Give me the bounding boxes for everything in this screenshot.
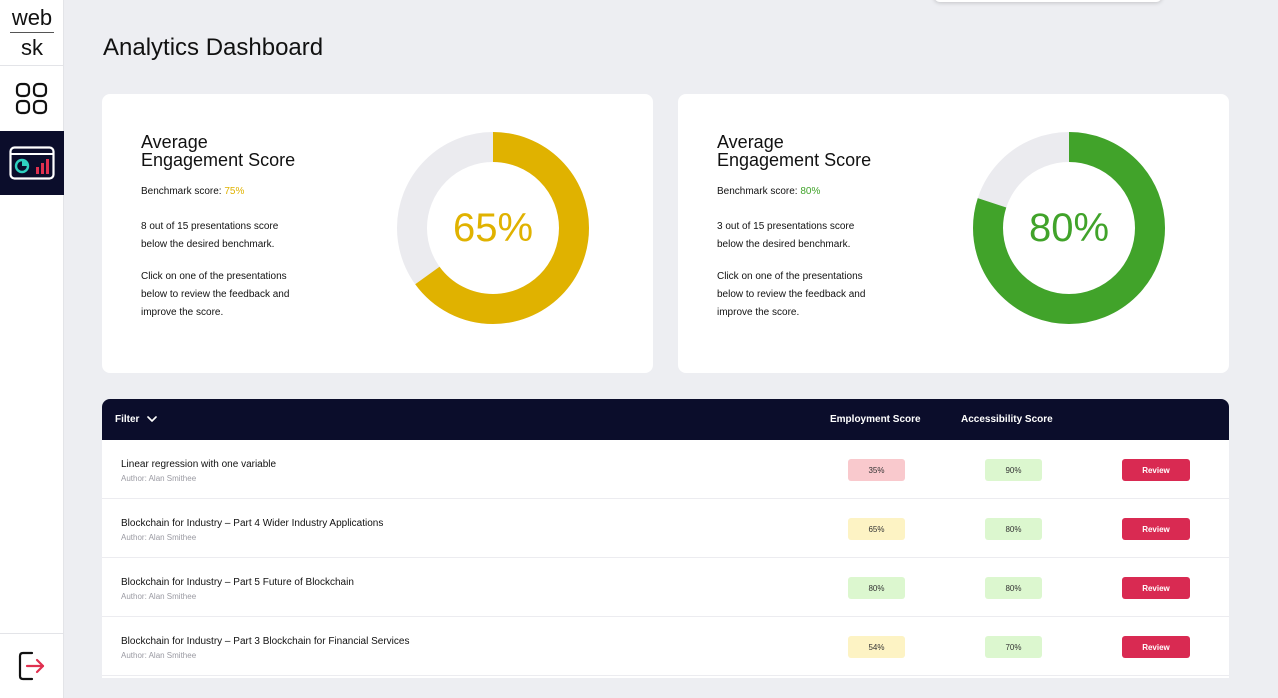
presentations-table: Filter Employment Score Accessibility Sc… bbox=[102, 399, 1229, 678]
card-title-line-1: Average bbox=[717, 132, 784, 152]
summary-line: 3 out of 15 presentations score bbox=[717, 221, 855, 232]
cta-text: Click on one of the presentations below … bbox=[717, 268, 917, 322]
employment-score-badge: 54% bbox=[848, 636, 905, 658]
summary-line: below the desired benchmark. bbox=[141, 239, 275, 250]
table-row[interactable]: Blockchain for Industry – Part 4 Wider I… bbox=[102, 499, 1229, 558]
logo-divider bbox=[10, 32, 54, 33]
benchmark-label: Benchmark score: bbox=[717, 186, 801, 197]
logo-line-2: sk bbox=[21, 35, 43, 60]
sidebar: web sk bbox=[0, 0, 64, 698]
cta-line: below to review the feedback and bbox=[141, 289, 290, 300]
column-header-accessibility[interactable]: Accessibility Score bbox=[961, 399, 1053, 440]
cta-line: Click on one of the presentations bbox=[717, 271, 863, 282]
review-button[interactable]: Review bbox=[1122, 518, 1190, 540]
summary-line: 8 out of 15 presentations score bbox=[141, 221, 279, 232]
grid-icon bbox=[15, 82, 48, 114]
presentation-title[interactable]: Linear regression with one variable bbox=[121, 459, 276, 471]
table-row[interactable]: Blockchain for Industry – Part 5 Future … bbox=[102, 558, 1229, 617]
benchmark-text: Benchmark score: 75% bbox=[141, 186, 244, 198]
presentation-title[interactable]: Blockchain for Industry – Part 3 Blockch… bbox=[121, 636, 409, 648]
donut-score-label: 65% bbox=[452, 205, 534, 250]
engagement-card: Average Engagement Score Benchmark score… bbox=[678, 94, 1229, 373]
card-title-line-2: Engagement Score bbox=[141, 150, 296, 170]
cta-text: Click on one of the presentations below … bbox=[141, 268, 341, 322]
employment-score-badge: 35% bbox=[848, 459, 905, 481]
benchmark-value: 80% bbox=[800, 186, 821, 197]
presentation-author: Author: Alan Smithee bbox=[121, 474, 197, 483]
presentation-title[interactable]: Blockchain for Industry – Part 5 Future … bbox=[121, 577, 354, 589]
column-header-employment[interactable]: Employment Score bbox=[830, 399, 921, 440]
benchmark-text: Benchmark score: 80% bbox=[717, 186, 820, 198]
benchmark-value: 75% bbox=[224, 186, 245, 197]
filter-label: Filter bbox=[115, 414, 140, 425]
sidebar-item-dashboard[interactable] bbox=[0, 66, 64, 131]
logout-icon bbox=[18, 651, 45, 681]
review-button[interactable]: Review bbox=[1122, 459, 1190, 481]
sidebar-item-analytics[interactable] bbox=[0, 131, 64, 195]
engagement-card: Average Engagement Score Benchmark score… bbox=[102, 94, 653, 373]
card-title-line-2: Engagement Score bbox=[717, 150, 872, 170]
employment-score-badge: 65% bbox=[848, 518, 905, 540]
logo: web sk bbox=[0, 0, 64, 66]
logo-line-1: web bbox=[11, 5, 53, 30]
presentation-author: Author: Alan Smithee bbox=[121, 651, 197, 660]
summary-line: below the desired benchmark. bbox=[717, 239, 851, 250]
employment-score-badge: 80% bbox=[848, 577, 905, 599]
review-button[interactable]: Review bbox=[1122, 636, 1190, 658]
analytics-icon bbox=[9, 146, 55, 180]
accessibility-score-badge: 90% bbox=[985, 459, 1042, 481]
cta-line: improve the score. bbox=[141, 307, 224, 318]
filter-dropdown[interactable]: Filter bbox=[115, 399, 158, 440]
cta-line: Click on one of the presentations bbox=[141, 271, 287, 282]
card-title-line-1: Average bbox=[141, 132, 208, 152]
chevron-down-icon bbox=[147, 416, 158, 422]
benchmark-label: Benchmark score: bbox=[141, 186, 225, 197]
top-dropdown-panel bbox=[934, 0, 1162, 2]
accessibility-score-badge: 70% bbox=[985, 636, 1042, 658]
summary-text: 3 out of 15 presentations score below th… bbox=[717, 218, 917, 254]
cta-line: improve the score. bbox=[717, 307, 800, 318]
summary-text: 8 out of 15 presentations score below th… bbox=[141, 218, 341, 254]
presentation-title[interactable]: Blockchain for Industry – Part 4 Wider I… bbox=[121, 518, 383, 530]
review-button[interactable]: Review bbox=[1122, 577, 1190, 599]
accessibility-score-badge: 80% bbox=[985, 518, 1042, 540]
presentation-author: Author: Alan Smithee bbox=[121, 592, 197, 601]
table-header: Filter Employment Score Accessibility Sc… bbox=[102, 399, 1229, 440]
page-title: Analytics Dashboard bbox=[103, 34, 324, 61]
logout-button[interactable] bbox=[0, 633, 64, 698]
presentation-author: Author: Alan Smithee bbox=[121, 533, 197, 542]
card-title: Average Engagement Score bbox=[717, 133, 917, 169]
card-title: Average Engagement Score bbox=[141, 133, 341, 169]
donut-score-label: 80% bbox=[1028, 205, 1110, 250]
accessibility-score-badge: 80% bbox=[985, 577, 1042, 599]
cta-line: below to review the feedback and bbox=[717, 289, 866, 300]
table-row[interactable]: Linear regression with one variable Auth… bbox=[102, 440, 1229, 499]
table-row[interactable]: Blockchain for Industry – Part 3 Blockch… bbox=[102, 617, 1229, 676]
